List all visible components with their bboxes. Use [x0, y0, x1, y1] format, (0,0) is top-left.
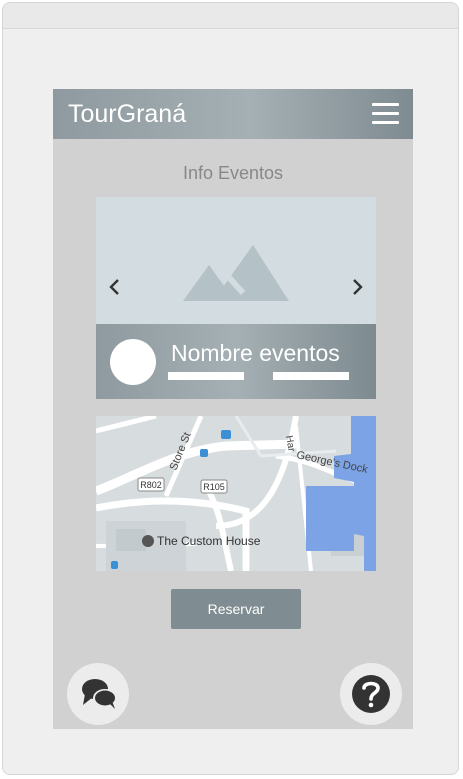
help-circle-icon [352, 675, 390, 713]
reserve-button[interactable]: Reservar [171, 589, 301, 629]
map-label-r802: R802 [140, 480, 162, 490]
app-title: TourGraná [68, 100, 187, 128]
chevron-left-icon[interactable] [105, 277, 125, 297]
section-title: Info Eventos [182, 163, 284, 183]
chat-button[interactable] [67, 663, 129, 725]
event-avatar [110, 339, 156, 385]
hamburger-menu-icon[interactable] [372, 103, 399, 125]
event-detail-line [273, 372, 349, 380]
chevron-right-icon[interactable] [347, 277, 367, 297]
event-map[interactable]: R802 R105 Store St George's Dock Har The… [96, 416, 376, 571]
event-detail-line [168, 372, 244, 380]
app-bar: TourGraná [53, 89, 413, 139]
event-carousel: Nombre eventos [96, 197, 376, 399]
event-info-band: Nombre eventos [96, 324, 376, 399]
map-canvas: R802 R105 Store St George's Dock Har The… [96, 416, 376, 571]
chat-bubbles-icon [82, 679, 117, 709]
app-screen: TourGraná Info Eventos Nombre eventos R8… [53, 89, 413, 729]
map-label-custom-house: The Custom House [157, 534, 261, 548]
image-placeholder-icon [183, 245, 289, 301]
event-name: Nombre eventos [171, 340, 340, 366]
device-frame: TourGraná Info Eventos Nombre eventos R8… [2, 2, 459, 775]
help-button[interactable] [340, 663, 402, 725]
map-label-r105: R105 [203, 482, 225, 492]
device-status-bar [3, 3, 458, 29]
